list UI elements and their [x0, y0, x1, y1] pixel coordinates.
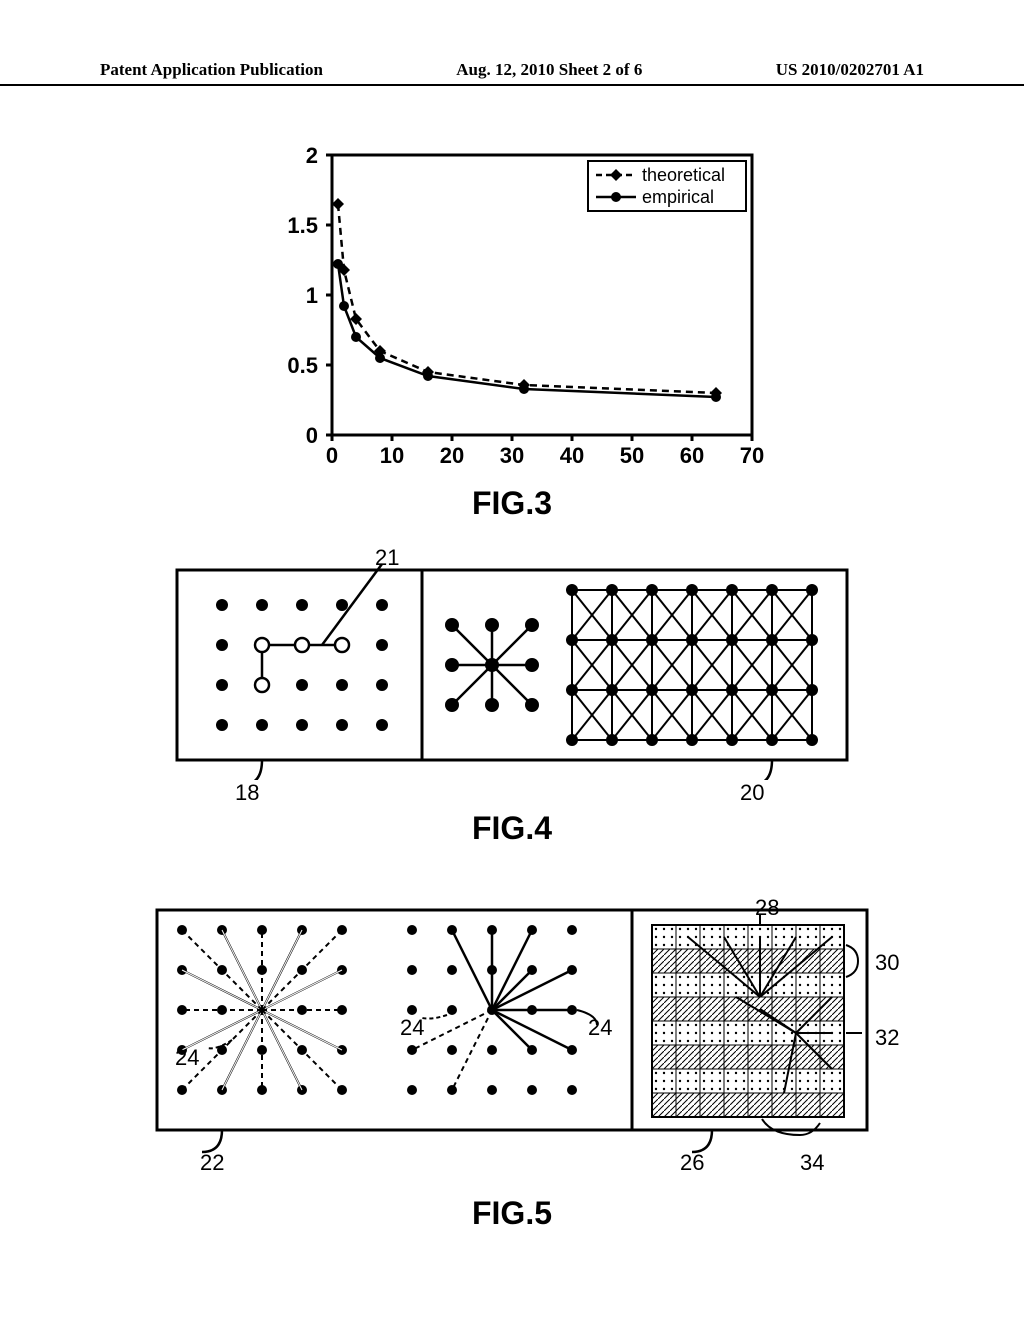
- ytick-15: 1.5: [287, 213, 318, 238]
- xtick-60: 60: [680, 443, 704, 468]
- fig5-panel-middle: [407, 925, 597, 1095]
- page-header: Patent Application Publication Aug. 12, …: [0, 60, 1024, 86]
- ref-20: 20: [740, 780, 764, 806]
- ref-24a: 24: [175, 1045, 199, 1071]
- ref-32: 32: [875, 1025, 899, 1051]
- figure-4: 21: [0, 560, 1024, 860]
- header-center: Aug. 12, 2010 Sheet 2 of 6: [456, 60, 642, 80]
- series-theoretical: [332, 198, 722, 399]
- xtick-50: 50: [620, 443, 644, 468]
- fig5-panel-26: [652, 915, 862, 1135]
- header-right: US 2010/0202701 A1: [776, 60, 924, 80]
- ref-30: 30: [875, 950, 899, 976]
- ref-34: 34: [800, 1150, 824, 1176]
- fig4-label: FIG.4: [0, 810, 1024, 847]
- ref-26: 26: [680, 1150, 704, 1176]
- header-left: Patent Application Publication: [100, 60, 323, 80]
- series-empirical: [333, 259, 721, 402]
- figure-5: 22 24 24 24 26 28 30 32 34 FIG.5: [0, 900, 1024, 1240]
- ytick-2: 2: [306, 145, 318, 168]
- fig3-label: FIG.3: [0, 485, 1024, 522]
- ref-28: 28: [755, 895, 779, 921]
- xtick-30: 30: [500, 443, 524, 468]
- fig4-star: [445, 618, 539, 712]
- legend-empirical: empirical: [642, 187, 714, 207]
- ref-24b: 24: [400, 1015, 424, 1041]
- fig5-panel-22-left: [177, 925, 347, 1095]
- fig5-label: FIG.5: [0, 1195, 1024, 1232]
- ytick-1: 1: [306, 283, 318, 308]
- ref-24c: 24: [588, 1015, 612, 1041]
- ref-18: 18: [235, 780, 259, 806]
- xtick-0: 0: [326, 443, 338, 468]
- fig4-panel-20: [566, 584, 818, 746]
- ytick-05: 0.5: [287, 353, 318, 378]
- chart-legend: theoretical empirical: [588, 161, 746, 211]
- ref-22: 22: [200, 1150, 224, 1176]
- xtick-10: 10: [380, 443, 404, 468]
- legend-theoretical: theoretical: [642, 165, 725, 185]
- figure-3: 0 0.5 1 1.5 2 0 10 20 30 40 50 60 70 the…: [0, 145, 1024, 525]
- xtick-70: 70: [740, 443, 764, 468]
- ref-21: 21: [375, 545, 399, 571]
- ytick-0: 0: [306, 423, 318, 448]
- xtick-40: 40: [560, 443, 584, 468]
- fig4-panel-18: [216, 564, 388, 731]
- xtick-20: 20: [440, 443, 464, 468]
